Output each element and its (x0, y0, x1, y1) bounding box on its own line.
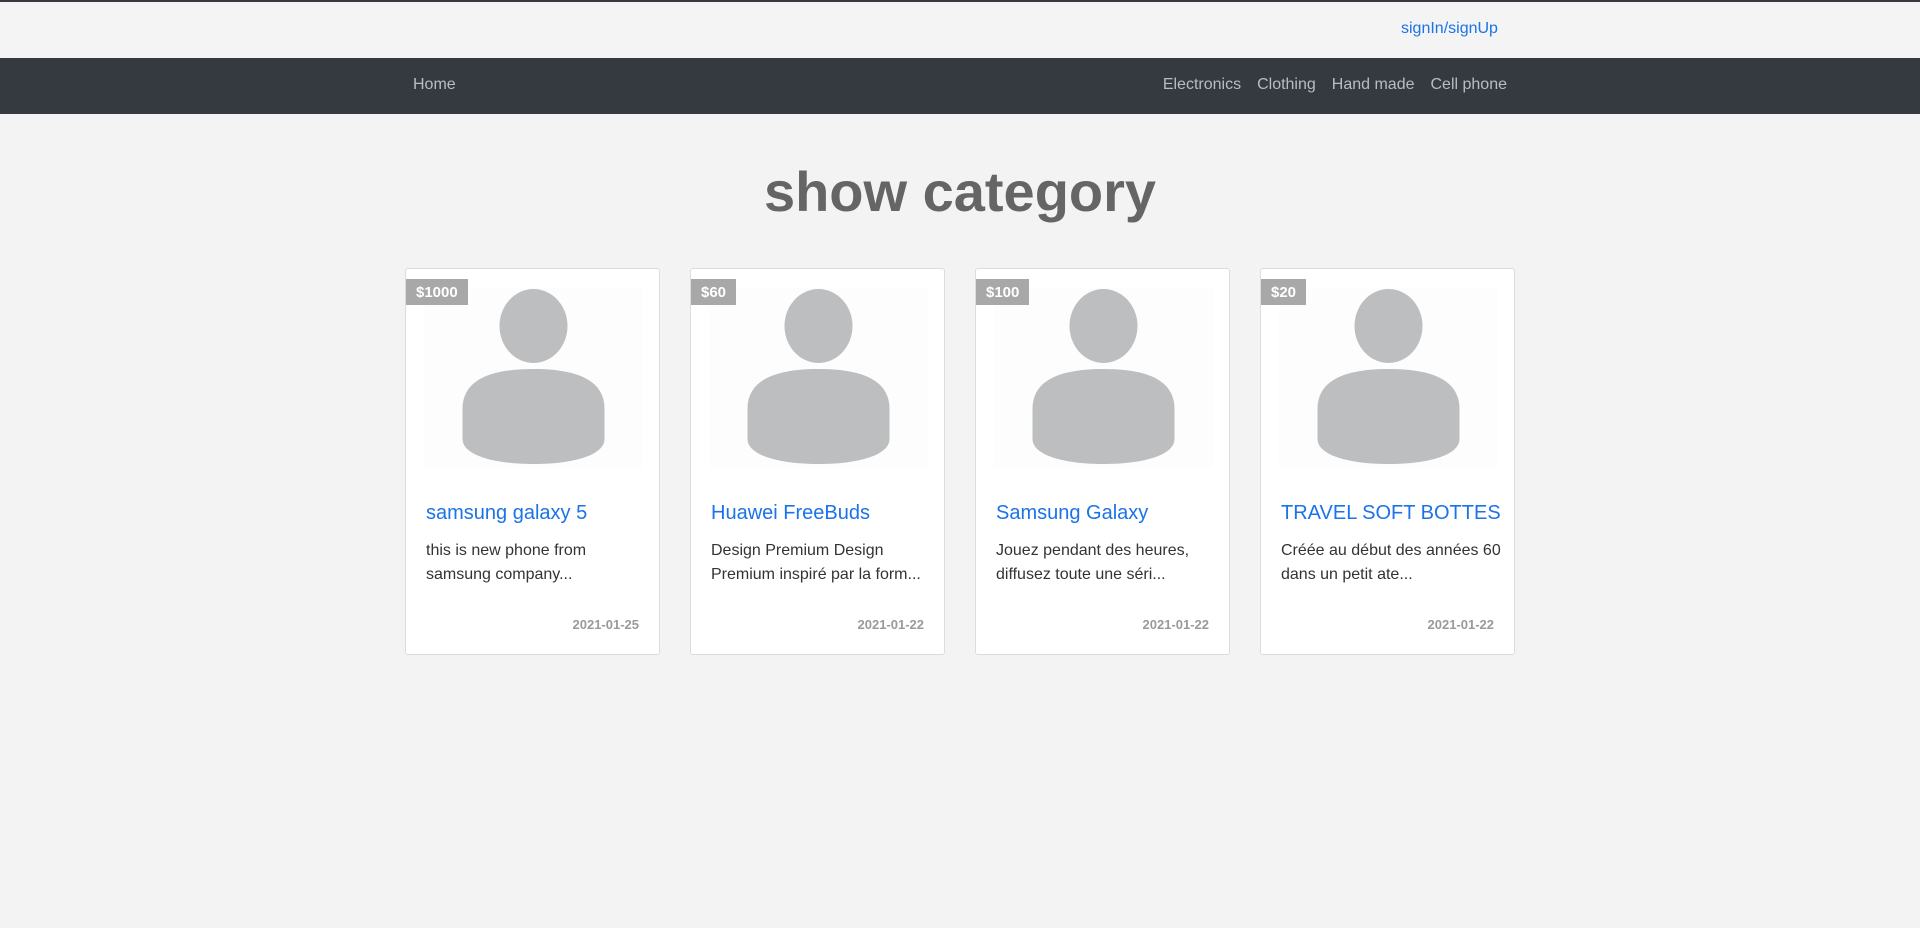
main-navbar: Home Electronics Clothing Hand made Cell… (0, 58, 1920, 114)
product-card[interactable]: $100 Samsung Galaxy Jouez pendant des he… (975, 268, 1230, 655)
product-title-link[interactable]: Samsung Galaxy (996, 502, 1148, 525)
product-card[interactable]: $60 Huawei FreeBuds Design Premium Desig… (690, 268, 945, 655)
user-placeholder-icon (462, 289, 605, 464)
product-description: Jouez pendant des heures, diffusez toute… (996, 542, 1190, 583)
product-date: 2021-01-22 (1142, 617, 1210, 632)
price-badge: $60 (691, 279, 737, 305)
product-description: this is new phone from samsung company..… (426, 542, 587, 583)
category-nav: Electronics Clothing Hand made Cell phon… (1163, 76, 1507, 94)
product-card[interactable]: $20 TRAVEL SOFT BOTTES Créée au début de… (1260, 268, 1515, 655)
product-title-link[interactable]: samsung galaxy 5 (426, 502, 587, 525)
product-image[interactable] (1279, 287, 1498, 467)
product-date: 2021-01-25 (572, 617, 640, 632)
nav-cellphone-link[interactable]: Cell phone (1431, 76, 1508, 94)
price-badge: $20 (1261, 279, 1307, 305)
nav-clothing-link[interactable]: Clothing (1257, 76, 1316, 94)
user-placeholder-icon (1032, 289, 1175, 464)
top-bar: signIn/signUp (0, 0, 1920, 58)
product-title-link[interactable]: Huawei FreeBuds (711, 502, 870, 525)
nav-home-link[interactable]: Home (413, 76, 456, 94)
signin-signup-link[interactable]: signIn/signUp (1401, 20, 1498, 38)
product-date: 2021-01-22 (1427, 617, 1495, 632)
product-image[interactable] (994, 287, 1213, 467)
product-image[interactable] (709, 287, 928, 467)
user-placeholder-icon (1317, 289, 1460, 464)
page-title: show category (763, 160, 1157, 223)
product-description: Créée au début des années 60 dans un pet… (1281, 542, 1501, 583)
product-card-list: $1000 samsung galaxy 5 this is new phone… (405, 268, 1515, 655)
user-placeholder-icon (747, 289, 890, 464)
product-card[interactable]: $1000 samsung galaxy 5 this is new phone… (405, 268, 660, 655)
product-image[interactable] (424, 287, 643, 467)
product-title-link[interactable]: TRAVEL SOFT BOTTES (1281, 502, 1501, 525)
nav-handmade-link[interactable]: Hand made (1332, 76, 1415, 94)
nav-electronics-link[interactable]: Electronics (1163, 76, 1241, 94)
price-badge: $1000 (406, 279, 468, 305)
product-date: 2021-01-22 (857, 617, 925, 632)
price-badge: $100 (976, 279, 1030, 305)
product-description: Design Premium Design Premium inspiré pa… (711, 542, 921, 583)
